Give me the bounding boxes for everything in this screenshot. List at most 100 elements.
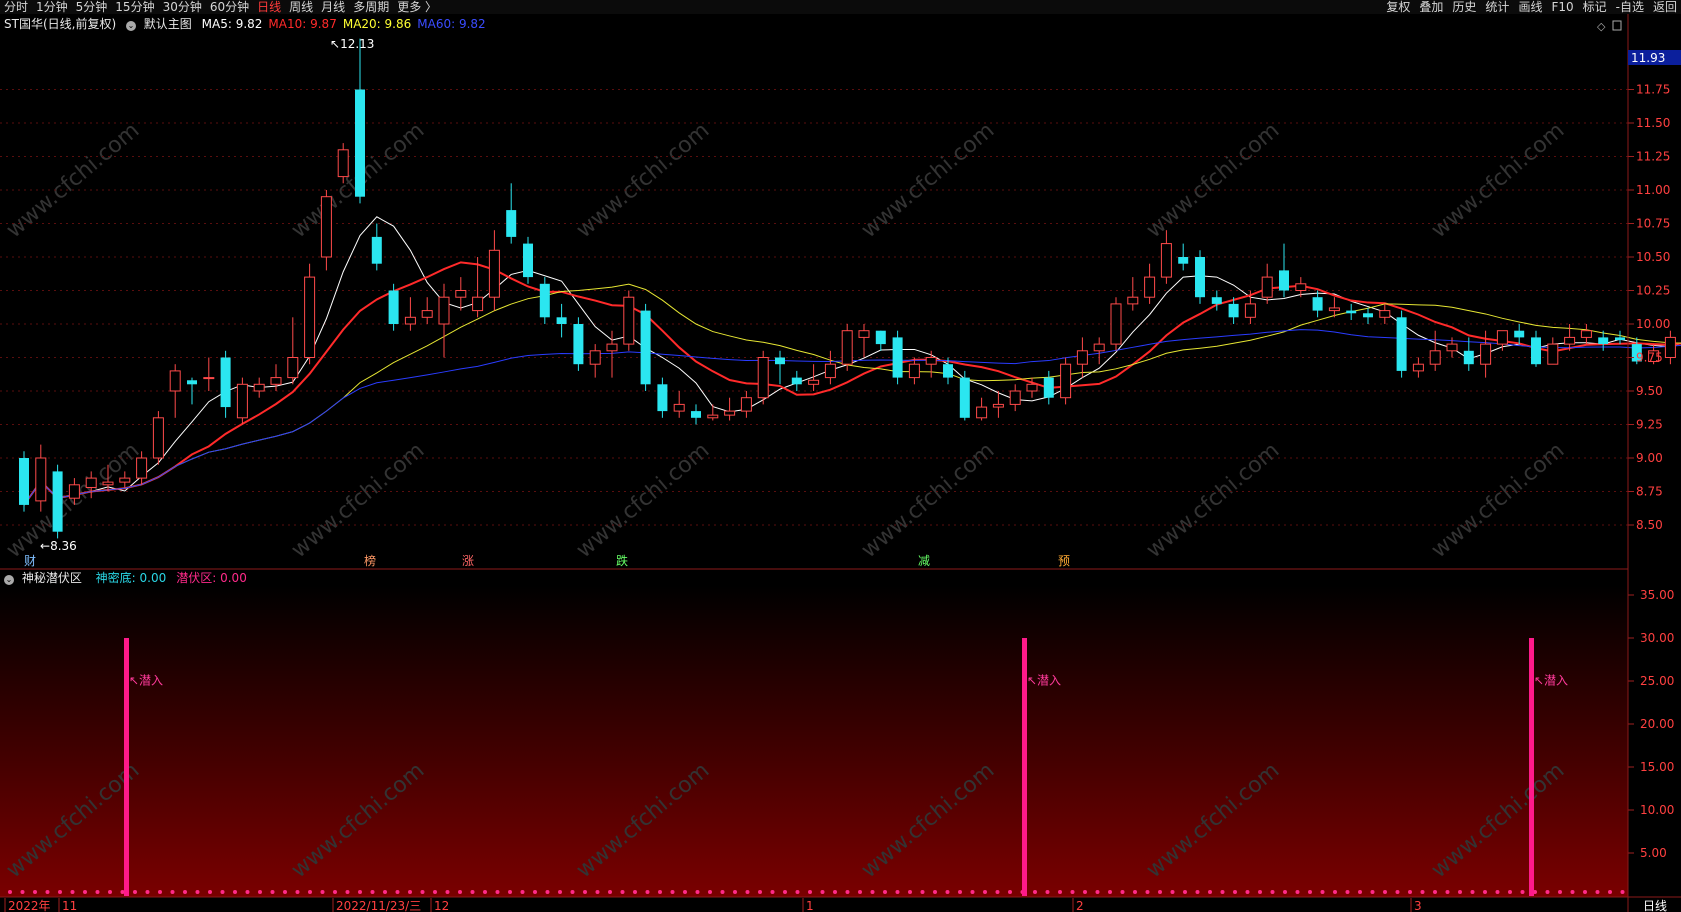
baseline-dot xyxy=(858,890,862,894)
baseline-dot xyxy=(408,890,412,894)
baseline-dot xyxy=(195,890,200,894)
candle-body xyxy=(1346,310,1357,314)
candle-body xyxy=(539,283,550,318)
baseline-dot xyxy=(595,890,600,894)
date-label: 11 xyxy=(62,899,77,912)
candle-body xyxy=(1178,257,1189,264)
baseline-dot xyxy=(1220,890,1225,894)
baseline-dot xyxy=(433,890,437,894)
candle-body xyxy=(1564,336,1576,345)
candle-body xyxy=(1598,337,1609,345)
baseline-dot xyxy=(358,890,362,894)
candle-body xyxy=(775,357,785,365)
baseline-dot xyxy=(1620,890,1625,894)
candle-body xyxy=(1211,297,1222,304)
candle-body xyxy=(523,243,533,278)
candle-body xyxy=(1060,363,1072,399)
lurk-label: ↖潜入 xyxy=(129,673,163,687)
candle-body xyxy=(841,330,853,365)
baseline-dot xyxy=(558,890,562,894)
baseline-dot xyxy=(583,890,587,894)
baseline-dot xyxy=(1408,890,1412,894)
baseline-dot xyxy=(383,890,387,894)
baseline-dot xyxy=(720,890,725,894)
candle-body xyxy=(355,89,365,197)
baseline-dot xyxy=(1520,890,1525,894)
candle-body xyxy=(220,357,231,408)
baseline-dot xyxy=(1545,890,1550,894)
baseline-dot xyxy=(920,890,925,894)
candle-body xyxy=(1144,276,1156,298)
kline-chart[interactable]: www.cfchi.com www.cfchi.com www.cfchi.com w… xyxy=(0,0,1681,912)
baseline-dot xyxy=(295,890,300,894)
baseline-dot xyxy=(745,890,750,894)
baseline-dot xyxy=(1383,890,1387,894)
baseline-dot xyxy=(945,890,950,894)
baseline-dot xyxy=(445,890,450,894)
candle-body xyxy=(287,357,299,379)
price-tick-label: 8.50 xyxy=(1636,518,1663,532)
candle-body xyxy=(556,317,567,324)
diamond-icon[interactable]: ◇ xyxy=(1597,20,1606,33)
price-tick-label: 8.75 xyxy=(1636,485,1663,499)
sub-tick-label: 25.00 xyxy=(1640,674,1674,688)
candle-body xyxy=(1580,330,1592,338)
baseline-dot xyxy=(1033,890,1037,894)
candle-body xyxy=(1463,350,1474,365)
baseline-dot xyxy=(283,890,287,894)
lurk-label: ↖潜入 xyxy=(1534,673,1568,687)
high-price-label: ↖12.13 xyxy=(330,37,374,51)
baseline-dot xyxy=(208,890,212,894)
candle-body xyxy=(85,477,97,488)
baseline-dot xyxy=(1508,890,1512,894)
baseline-dot xyxy=(220,890,225,894)
baseline-dot xyxy=(1320,890,1325,894)
baseline-dot xyxy=(1333,890,1337,894)
baseline-dot xyxy=(1345,890,1350,894)
candle-body xyxy=(606,343,618,352)
watermark-text: www.cfchi.com xyxy=(857,118,999,243)
period-label[interactable]: 日线 xyxy=(1643,899,1667,912)
baseline-dot xyxy=(483,890,487,894)
candle-body xyxy=(1279,270,1289,291)
baseline-dot xyxy=(8,890,12,894)
baseline-dot xyxy=(1445,890,1450,894)
candle-body xyxy=(152,417,164,459)
sub-tick-label: 15.00 xyxy=(1640,760,1674,774)
panel-toggle-icon[interactable] xyxy=(1612,20,1622,31)
baseline-dot xyxy=(545,890,550,894)
candle-body xyxy=(573,324,584,365)
candle-body xyxy=(1480,343,1492,365)
baseline-dot xyxy=(58,890,62,894)
baseline-dot xyxy=(970,890,975,894)
candle-body xyxy=(1195,257,1205,298)
candle-body xyxy=(337,149,349,178)
baseline-dot xyxy=(695,890,700,894)
baseline-dot xyxy=(845,890,850,894)
candle-body xyxy=(388,290,399,324)
baseline-dot xyxy=(1270,890,1275,894)
candle-body xyxy=(438,296,450,325)
candle-body xyxy=(976,406,988,419)
candle-body xyxy=(1110,303,1122,345)
baseline-dot xyxy=(1083,890,1087,894)
candle-body xyxy=(320,196,332,258)
baseline-dot xyxy=(1583,890,1587,894)
candle-body xyxy=(472,296,484,312)
baseline-dot xyxy=(733,890,737,894)
baseline-dot xyxy=(1295,890,1300,894)
baseline-dot xyxy=(20,890,25,894)
baseline-dot xyxy=(170,890,175,894)
baseline-dot xyxy=(33,890,37,894)
baseline-dot xyxy=(1570,890,1575,894)
baseline-dot xyxy=(895,890,900,894)
candle-body xyxy=(673,403,685,412)
candle-body xyxy=(1009,390,1021,405)
baseline-dot xyxy=(1558,890,1562,894)
candle-body xyxy=(1312,297,1323,311)
candle-body xyxy=(757,357,769,399)
baseline-dot xyxy=(1433,890,1437,894)
price-axis: 11.75 11.50 11.25 11.00 10.75 10.50 10.25 10.00… xyxy=(1628,83,1674,860)
price-tick-label: 10.00 xyxy=(1636,317,1670,331)
candle-body xyxy=(791,377,802,385)
